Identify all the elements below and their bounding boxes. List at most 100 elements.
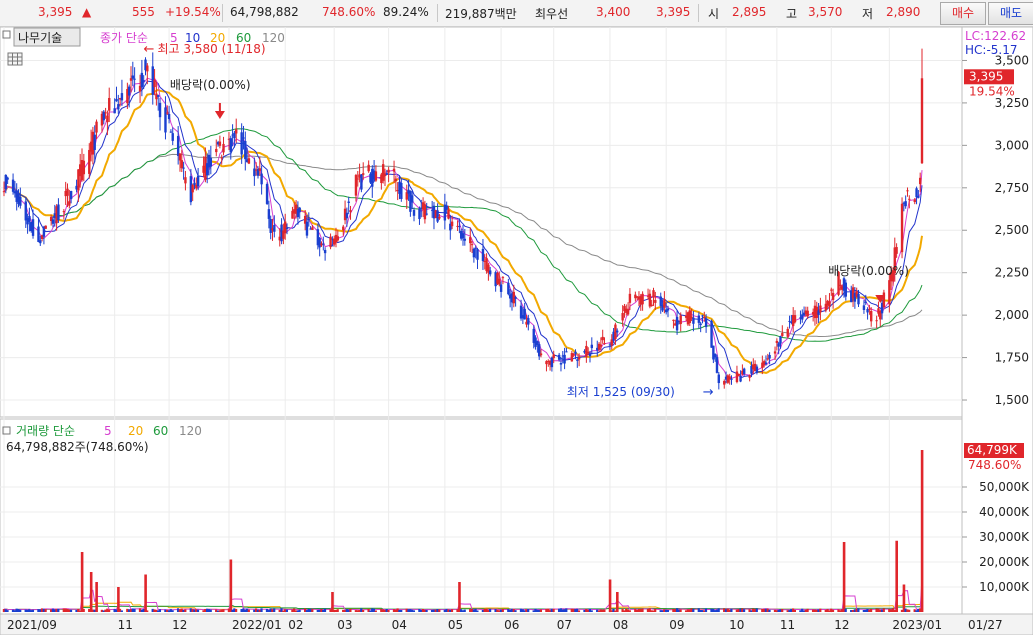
volume-bar bbox=[552, 608, 555, 612]
candle-body bbox=[247, 158, 251, 164]
candle-body bbox=[260, 173, 263, 185]
candle-body bbox=[37, 226, 40, 242]
volume-bar bbox=[89, 572, 93, 612]
candle-body bbox=[235, 129, 238, 134]
volume-bar bbox=[273, 608, 276, 612]
candle-body bbox=[601, 336, 604, 341]
volume-bar bbox=[743, 609, 746, 612]
candle-body bbox=[62, 211, 66, 213]
candle-body bbox=[322, 243, 325, 245]
volume-bar bbox=[120, 610, 123, 612]
candle-body bbox=[458, 226, 461, 228]
candle-body bbox=[169, 131, 173, 133]
candle-body bbox=[659, 296, 662, 307]
candle-body bbox=[557, 354, 561, 360]
volume-bar bbox=[82, 608, 85, 612]
trade-amount: 219,887백만 bbox=[445, 7, 517, 21]
candle-body bbox=[233, 132, 236, 139]
candle-body bbox=[51, 219, 55, 224]
candle-body bbox=[701, 315, 704, 317]
volume-bar bbox=[857, 608, 860, 612]
price-tick-label: 1,750 bbox=[995, 351, 1029, 365]
candle-body bbox=[242, 137, 245, 139]
volume-bar bbox=[831, 609, 835, 612]
vol-legend-5: 5 bbox=[104, 424, 112, 438]
volume-bar bbox=[527, 609, 530, 612]
candle-body bbox=[6, 177, 9, 180]
candle-body bbox=[394, 178, 398, 182]
date-tick-label: 01/27 bbox=[968, 618, 1003, 632]
current-price: 3,395 bbox=[38, 5, 73, 19]
tree-button-label: 나무기술 bbox=[18, 31, 62, 45]
candle-body bbox=[133, 78, 136, 80]
candle-body bbox=[663, 299, 666, 308]
candle-body bbox=[44, 225, 47, 229]
date-tick-label: 12 bbox=[172, 618, 187, 632]
volume-bar bbox=[755, 608, 758, 612]
candle-body bbox=[723, 380, 726, 385]
buy-button[interactable]: 매수 bbox=[940, 2, 986, 25]
candle-body bbox=[654, 300, 657, 303]
volume-bar bbox=[565, 608, 568, 612]
turnover-pct: 89.24% bbox=[383, 5, 429, 19]
high-annotation: 최고 3,580 (11/18) bbox=[158, 42, 266, 56]
best-ask-label: 최우선 bbox=[535, 7, 569, 21]
candle-body bbox=[576, 359, 579, 361]
candle-body bbox=[411, 195, 414, 203]
candle-body bbox=[870, 311, 873, 322]
date-tick-label: 2022/01 bbox=[232, 618, 282, 632]
candle-body bbox=[298, 207, 301, 213]
stock-chart[interactable]: 1,5001,7502,0002,2502,5002,7503,0003,250… bbox=[0, 27, 1033, 635]
candle-body bbox=[423, 204, 427, 220]
candle-body bbox=[539, 353, 543, 356]
candle-body bbox=[710, 321, 713, 348]
last-price-label: 3,395 bbox=[969, 69, 1003, 83]
candle-body bbox=[387, 169, 390, 173]
volume-bar bbox=[229, 559, 233, 612]
volume-bar bbox=[57, 608, 60, 612]
candle-body bbox=[142, 80, 145, 82]
candle-body bbox=[178, 153, 182, 161]
date-tick-label: 04 bbox=[392, 618, 407, 632]
candle-body bbox=[240, 132, 243, 155]
candle-body bbox=[117, 104, 120, 110]
price-pane bbox=[0, 27, 963, 418]
volume-bar bbox=[628, 610, 631, 612]
candle-body bbox=[913, 199, 916, 203]
volume-bar bbox=[387, 609, 390, 612]
volume-bar bbox=[146, 610, 149, 612]
volume-bar bbox=[842, 542, 846, 612]
candle-body bbox=[895, 247, 898, 254]
volume-bar bbox=[608, 579, 612, 612]
candle-body bbox=[626, 309, 630, 315]
volume-bar bbox=[704, 608, 708, 612]
candle-body bbox=[735, 371, 739, 383]
candle-body bbox=[862, 305, 866, 310]
sell-button[interactable]: 매도 bbox=[988, 2, 1033, 25]
candle-body bbox=[385, 173, 389, 175]
volume-bar bbox=[450, 609, 454, 612]
volume-bar bbox=[400, 609, 403, 612]
candle-body bbox=[748, 375, 751, 378]
candle-body bbox=[768, 354, 771, 359]
date-tick-label: 11 bbox=[118, 618, 133, 632]
high-label: 고 bbox=[786, 7, 798, 21]
volume-bar bbox=[323, 608, 327, 612]
high-arrow-icon: ← bbox=[144, 42, 155, 57]
candle-body bbox=[258, 168, 262, 171]
volume-bar bbox=[133, 608, 136, 612]
candle-body bbox=[786, 328, 789, 337]
grid-icon[interactable] bbox=[7, 52, 23, 66]
volume-bar bbox=[489, 608, 492, 612]
vol-legend-60: 60 bbox=[153, 424, 168, 438]
candle-body bbox=[244, 141, 247, 160]
candle-body bbox=[360, 174, 363, 190]
candle-body bbox=[773, 351, 777, 354]
volume-bar bbox=[458, 582, 461, 612]
volume-bar bbox=[95, 582, 98, 612]
candle-body bbox=[193, 182, 196, 186]
low-annotation: 최저 1,525 (09/30) bbox=[567, 385, 675, 399]
candle-body bbox=[830, 289, 833, 291]
candle-body bbox=[347, 201, 350, 203]
volume-bar bbox=[285, 609, 289, 612]
